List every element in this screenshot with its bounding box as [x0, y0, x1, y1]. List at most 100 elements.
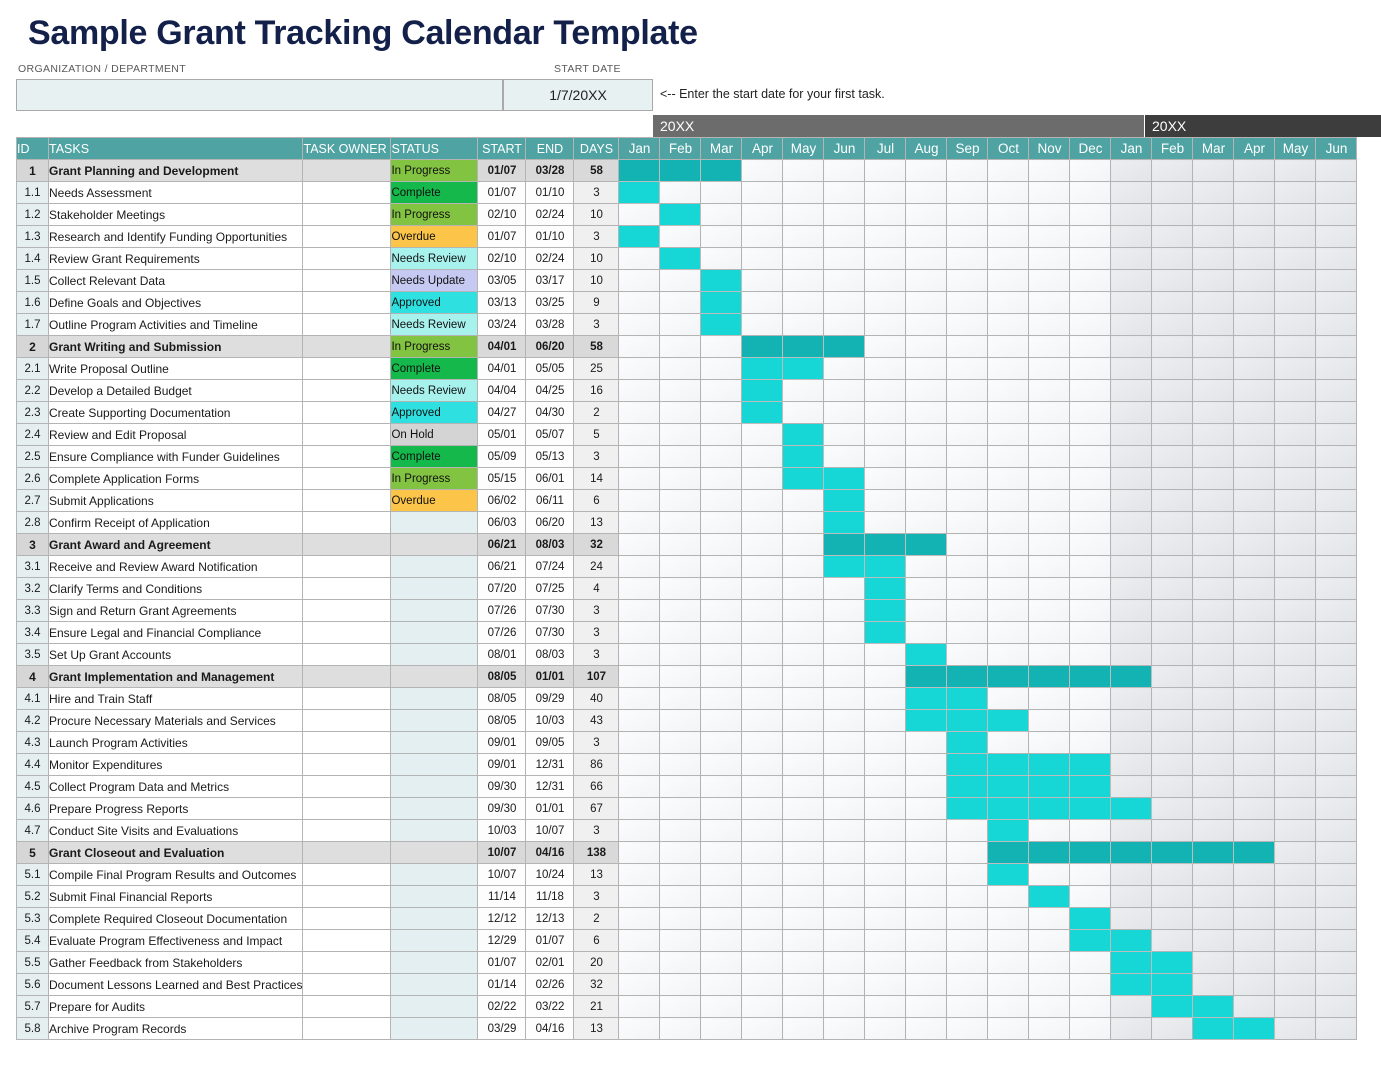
cell-status[interactable] [390, 1017, 479, 1040]
table-row[interactable]: 2.3 Create Supporting Documentation Approv… [16, 401, 1358, 424]
cell-status[interactable] [390, 863, 479, 886]
cell-status[interactable] [390, 775, 479, 798]
column-header-month-3[interactable]: Mar [700, 137, 743, 160]
cell-status[interactable]: Approved [390, 291, 479, 314]
cell-owner[interactable] [302, 731, 392, 754]
cell-status[interactable] [390, 511, 479, 534]
cell-status[interactable] [390, 643, 479, 666]
cell-status[interactable] [390, 973, 479, 996]
cell-owner[interactable] [302, 225, 392, 248]
cell-owner[interactable] [302, 841, 392, 864]
cell-owner[interactable] [302, 643, 392, 666]
table-row[interactable]: 4.4 Monitor Expenditures 09/01 12/31 86 [16, 753, 1358, 776]
cell-status[interactable]: Complete [390, 357, 479, 380]
cell-owner[interactable] [302, 753, 392, 776]
cell-owner[interactable] [302, 1017, 392, 1040]
table-row[interactable]: 3.2 Clarify Terms and Conditions 07/20 07/2… [16, 577, 1358, 600]
column-header-start[interactable]: START [477, 137, 527, 160]
cell-status[interactable]: Needs Update [390, 269, 479, 292]
column-header-month-8[interactable]: Aug [905, 137, 948, 160]
cell-owner[interactable] [302, 885, 392, 908]
cell-status[interactable] [390, 907, 479, 930]
column-header-month-17[interactable]: May [1274, 137, 1317, 160]
table-row[interactable]: 3.5 Set Up Grant Accounts 08/01 08/03 3 [16, 643, 1358, 666]
cell-owner[interactable] [302, 379, 392, 402]
cell-owner[interactable] [302, 819, 392, 842]
column-header-month-18[interactable]: Jun [1315, 137, 1358, 160]
cell-owner[interactable] [302, 687, 392, 710]
cell-status[interactable]: Needs Review [390, 379, 479, 402]
cell-owner[interactable] [302, 335, 392, 358]
cell-owner[interactable] [302, 291, 392, 314]
table-row[interactable]: 1.4 Review Grant Requirements Needs Review… [16, 247, 1358, 270]
column-header-month-12[interactable]: Dec [1069, 137, 1112, 160]
cell-owner[interactable] [302, 973, 392, 996]
column-header-month-14[interactable]: Feb [1151, 137, 1194, 160]
cell-owner[interactable] [302, 357, 392, 380]
cell-status[interactable] [390, 885, 479, 908]
cell-status[interactable]: Complete [390, 181, 479, 204]
column-header-end[interactable]: END [525, 137, 575, 160]
cell-owner[interactable] [302, 797, 392, 820]
table-row[interactable]: 5.2 Submit Final Financial Reports 11/14 11… [16, 885, 1358, 908]
column-header-days[interactable]: DAYS [573, 137, 620, 160]
cell-owner[interactable] [302, 863, 392, 886]
cell-status[interactable]: Approved [390, 401, 479, 424]
start-date-input[interactable]: 1/7/20XX [503, 79, 653, 111]
table-row[interactable]: 5.7 Prepare for Audits 02/22 03/22 21 [16, 995, 1358, 1018]
table-row[interactable]: 5.8 Archive Program Records 03/29 04/16 13 [16, 1017, 1358, 1040]
table-row[interactable]: 2.6 Complete Application Forms In Progress… [16, 467, 1358, 490]
table-row[interactable]: 4.3 Launch Program Activities 09/01 09/05 3 [16, 731, 1358, 754]
cell-status[interactable] [390, 665, 479, 688]
section-row[interactable]: 5 Grant Closeout and Evaluation 10/07 04/16… [16, 841, 1358, 864]
cell-status[interactable] [390, 951, 479, 974]
cell-owner[interactable] [302, 577, 392, 600]
cell-status[interactable] [390, 687, 479, 710]
column-header-month-9[interactable]: Sep [946, 137, 989, 160]
cell-status[interactable]: Overdue [390, 225, 479, 248]
cell-status[interactable] [390, 577, 479, 600]
cell-owner[interactable] [302, 489, 392, 512]
cell-status[interactable] [390, 621, 479, 644]
cell-status[interactable]: Needs Review [390, 313, 479, 336]
table-row[interactable]: 2.1 Write Proposal Outline Complete 04/01 05… [16, 357, 1358, 380]
cell-owner[interactable] [302, 709, 392, 732]
column-header-status[interactable]: STATUS [390, 137, 479, 160]
cell-owner[interactable] [302, 269, 392, 292]
table-row[interactable]: 3.3 Sign and Return Grant Agreements 07/26… [16, 599, 1358, 622]
cell-owner[interactable] [302, 621, 392, 644]
table-row[interactable]: 2.8 Confirm Receipt of Application 06/03 06… [16, 511, 1358, 534]
table-row[interactable]: 1.3 Research and Identify Funding Opportu… [16, 225, 1358, 248]
table-row[interactable]: 4.7 Conduct Site Visits and Evaluations 10… [16, 819, 1358, 842]
table-row[interactable]: 3.1 Receive and Review Award Notification… [16, 555, 1358, 578]
cell-status[interactable] [390, 841, 479, 864]
cell-status[interactable]: In Progress [390, 467, 479, 490]
cell-status[interactable]: In Progress [390, 159, 479, 182]
cell-status[interactable] [390, 797, 479, 820]
cell-owner[interactable] [302, 467, 392, 490]
cell-owner[interactable] [302, 313, 392, 336]
table-row[interactable]: 5.3 Complete Required Closeout Documentat… [16, 907, 1358, 930]
cell-owner[interactable] [302, 181, 392, 204]
cell-status[interactable]: In Progress [390, 203, 479, 226]
cell-status[interactable] [390, 753, 479, 776]
column-header-owner[interactable]: TASK OWNER [302, 137, 392, 160]
table-row[interactable]: 1.6 Define Goals and Objectives Approved 03… [16, 291, 1358, 314]
cell-status[interactable]: In Progress [390, 335, 479, 358]
table-row[interactable]: 2.5 Ensure Compliance with Funder Guideli… [16, 445, 1358, 468]
column-header-month-5[interactable]: May [782, 137, 825, 160]
cell-owner[interactable] [302, 665, 392, 688]
cell-status[interactable] [390, 731, 479, 754]
cell-owner[interactable] [302, 445, 392, 468]
column-header-month-2[interactable]: Feb [659, 137, 702, 160]
table-row[interactable]: 5.6 Document Lessons Learned and Best Pra… [16, 973, 1358, 996]
table-row[interactable]: 2.7 Submit Applications Overdue 06/02 06/11 6 [16, 489, 1358, 512]
table-row[interactable]: 5.1 Compile Final Program Results and Out… [16, 863, 1358, 886]
cell-status[interactable]: On Hold [390, 423, 479, 446]
cell-status[interactable] [390, 995, 479, 1018]
table-row[interactable]: 1.2 Stakeholder Meetings In Progress 02/10 0… [16, 203, 1358, 226]
cell-owner[interactable] [302, 555, 392, 578]
cell-status[interactable] [390, 555, 479, 578]
table-row[interactable]: 4.2 Procure Necessary Materials and Servi… [16, 709, 1358, 732]
section-row[interactable]: 4 Grant Implementation and Management 08/0… [16, 665, 1358, 688]
